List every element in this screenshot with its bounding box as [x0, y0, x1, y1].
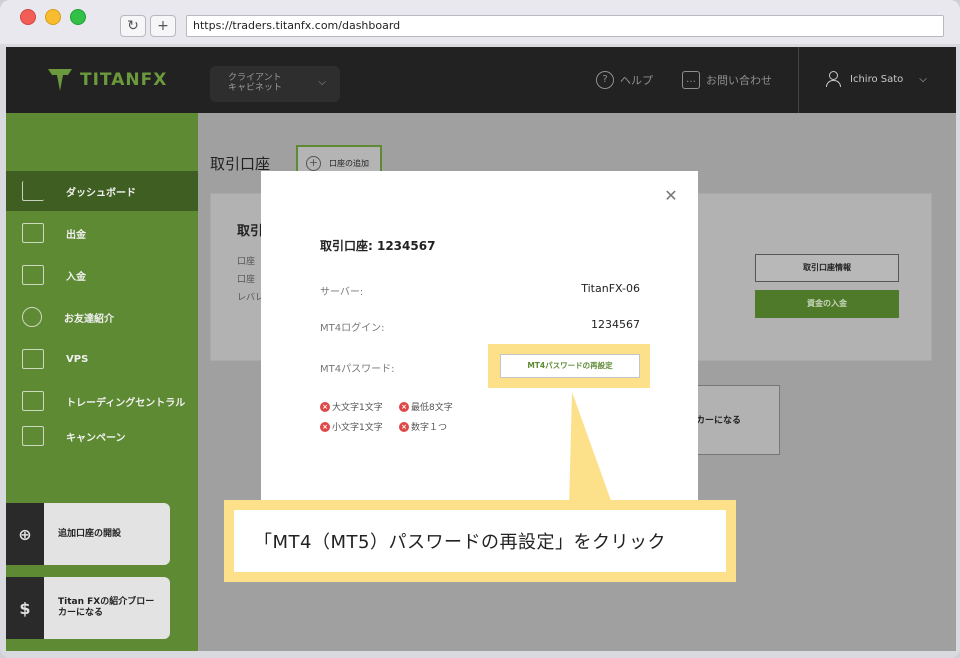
instruction-text: 「MT4（MT5）パスワードの再設定」をクリック [234, 510, 726, 572]
instruction-callout: 「MT4（MT5）パスワードの再設定」をクリック [224, 500, 736, 582]
browser-window: ↻ + https://traders.titanfx.com/dashboar… [0, 0, 960, 658]
